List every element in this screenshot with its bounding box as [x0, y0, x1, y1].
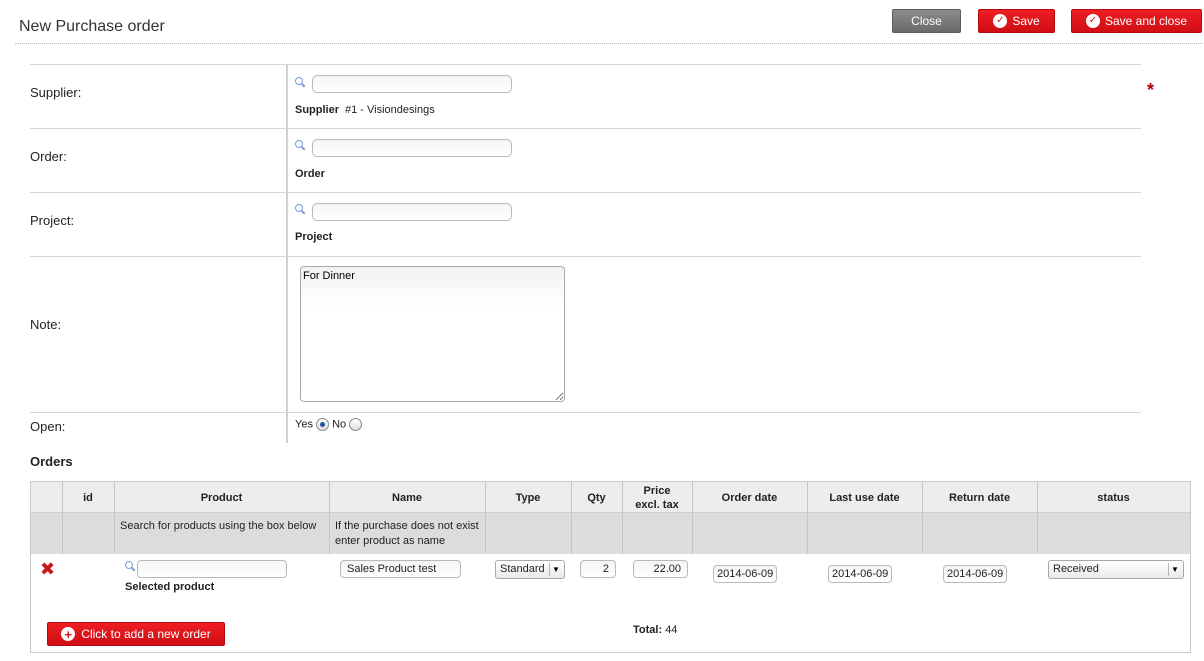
- status-select[interactable]: Received ▼: [1048, 560, 1184, 579]
- save-and-close-button-label: Save and close: [1104, 14, 1188, 28]
- check-icon: ✓: [993, 14, 1008, 28]
- column-header-id[interactable]: id: [62, 482, 114, 513]
- close-button-label: Close: [911, 14, 942, 28]
- search-icon: [295, 77, 306, 88]
- name-hint: If the purchase does not exist enter pro…: [335, 520, 479, 547]
- close-button[interactable]: Close: [892, 9, 961, 33]
- open-yes-label: Yes: [295, 418, 313, 431]
- product-hint: Search for products using the box below: [120, 520, 317, 532]
- column-header-order-date[interactable]: Order date: [692, 482, 807, 513]
- order-date-input[interactable]: [713, 565, 777, 583]
- total: Total: 44: [633, 624, 677, 636]
- row-divider: [30, 64, 1141, 65]
- column-header-return-date[interactable]: Return date: [922, 482, 1037, 513]
- search-icon: [295, 204, 306, 215]
- column-header-last-use-date[interactable]: Last use date: [807, 482, 922, 513]
- search-icon: [125, 561, 136, 572]
- column-header-qty[interactable]: Qty: [571, 482, 622, 513]
- type-select-value: Standard: [500, 563, 545, 575]
- page-title: New Purchase order: [19, 18, 165, 35]
- row-divider: [30, 128, 1141, 129]
- product-search-input[interactable]: [137, 560, 287, 578]
- delete-icon[interactable]: ✖: [40, 560, 55, 578]
- chevron-down-icon: ▼: [1168, 563, 1181, 576]
- plus-icon: +: [61, 627, 76, 641]
- row-divider: [30, 192, 1141, 193]
- header-divider: [15, 43, 1203, 44]
- supplier-sublabel: Supplier: [295, 104, 340, 116]
- search-icon: [295, 140, 306, 151]
- status-select-value: Received: [1053, 563, 1099, 575]
- supplier-search-input[interactable]: [312, 75, 512, 93]
- supplier-label: Supplier:: [30, 85, 82, 100]
- add-new-order-button[interactable]: + Click to add a new order: [47, 622, 225, 646]
- project-label: Project:: [30, 213, 75, 228]
- note-label: Note:: [30, 317, 62, 332]
- save-button-label: Save: [1012, 14, 1040, 28]
- qty-input[interactable]: [580, 560, 616, 578]
- save-and-close-button[interactable]: ✓ Save and close: [1071, 9, 1202, 33]
- selected-product-label: Selected product: [125, 581, 215, 593]
- type-select[interactable]: Standard ▼: [495, 560, 565, 579]
- chevron-down-icon: ▼: [549, 563, 562, 576]
- open-no-radio[interactable]: [349, 418, 363, 431]
- total-value: 44: [665, 624, 678, 636]
- total-label: Total:: [633, 624, 663, 636]
- column-header-status[interactable]: status: [1037, 482, 1190, 513]
- open-label: Open:: [30, 419, 66, 434]
- order-sublabel: Order: [295, 168, 325, 180]
- open-yes-radio[interactable]: [316, 418, 330, 431]
- label-column-divider: [286, 65, 288, 443]
- return-date-input[interactable]: [943, 565, 1007, 583]
- order-label: Order:: [30, 149, 67, 164]
- save-button[interactable]: ✓ Save: [978, 9, 1055, 33]
- column-header-type[interactable]: Type: [485, 482, 571, 513]
- order-search-input[interactable]: [312, 139, 512, 157]
- check-icon: ✓: [1085, 14, 1100, 28]
- column-header-product[interactable]: Product: [114, 482, 329, 513]
- add-new-order-label: Click to add a new order: [81, 627, 211, 641]
- project-sublabel: Project: [295, 231, 333, 243]
- required-marker: *: [1147, 80, 1155, 100]
- column-header-name[interactable]: Name: [329, 482, 485, 513]
- product-name-input[interactable]: [340, 560, 461, 578]
- supplier-selected: Supplier #1 - Visiondesings: [295, 104, 435, 116]
- column-header-price[interactable]: Price excl. tax: [622, 482, 692, 513]
- orders-title: Orders: [30, 454, 73, 469]
- row-divider: [30, 256, 1141, 257]
- row-divider: [30, 412, 1141, 413]
- project-search-input[interactable]: [312, 203, 512, 221]
- price-input[interactable]: [633, 560, 688, 578]
- note-textarea[interactable]: For Dinner: [300, 266, 565, 402]
- open-radio-group: Yes No: [295, 418, 363, 431]
- supplier-value: #1 - Visiondesings: [345, 104, 435, 116]
- last-use-date-input[interactable]: [828, 565, 892, 583]
- open-no-label: No: [332, 418, 347, 431]
